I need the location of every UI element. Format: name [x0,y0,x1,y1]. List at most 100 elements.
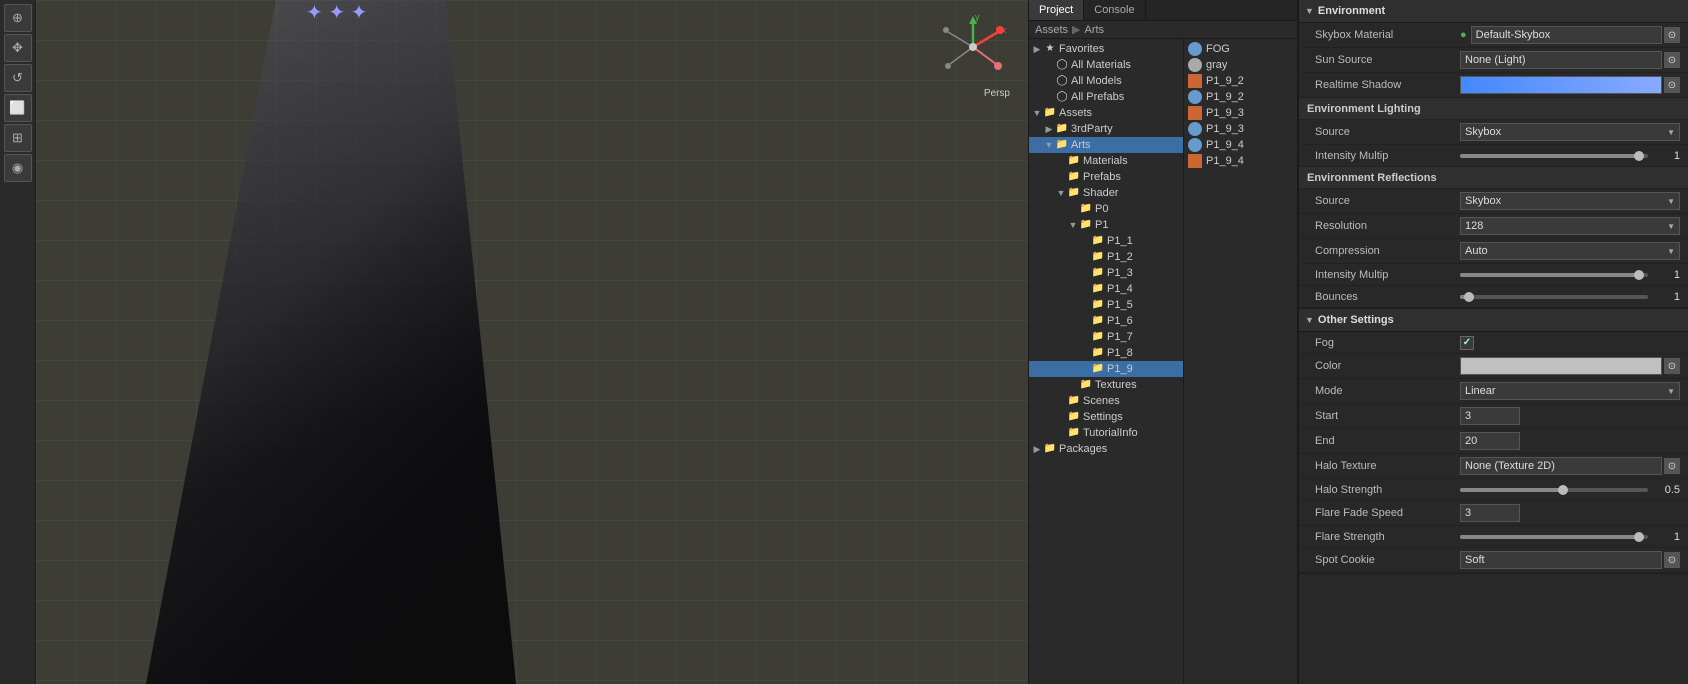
tree-item-p1_7[interactable]: 📁 P1_7 [1029,329,1183,345]
tree-label-textures: Textures [1095,379,1137,391]
realtime-shadow-bar[interactable] [1460,76,1662,94]
skybox-material-pick-btn[interactable]: ⊙ [1664,27,1680,43]
tree-item-p0[interactable]: 📁 P0 [1029,201,1183,217]
source-reflections-arrow: ▼ [1667,197,1675,206]
toolbar-icon-2[interactable]: ↺ [4,64,32,92]
tree-item-p1_4[interactable]: 📁 P1_4 [1029,281,1183,297]
p1_9_3a-icon [1188,106,1202,120]
asset-p1_9_4a[interactable]: P1_9_4 [1184,137,1297,153]
tree-item-p1[interactable]: ▼ 📁 P1 [1029,217,1183,233]
bounces-slider[interactable]: 1 [1460,291,1680,303]
other-settings-header[interactable]: ▼ Other Settings [1299,309,1688,332]
toolbar-icon-3[interactable]: ⬜ [4,94,32,122]
tree-item-3rdparty[interactable]: ▶ 📁 3rdParty [1029,121,1183,137]
tree-label-p0: P0 [1095,203,1108,215]
tree-item-favorites[interactable]: ▶ ★ Favorites [1029,41,1183,57]
compression-arrow: ▼ [1667,247,1675,256]
flare-fade-field[interactable] [1460,504,1520,522]
tree-item-p1_1[interactable]: 📁 P1_1 [1029,233,1183,249]
end-field[interactable] [1460,432,1520,450]
tree-item-p1_3[interactable]: 📁 P1_3 [1029,265,1183,281]
intensity-reflections-thumb[interactable] [1634,270,1644,280]
tree-item-tutorialinfo[interactable]: 📁 TutorialInfo [1029,425,1183,441]
spot-cookie-field[interactable]: Soft [1460,551,1662,569]
toolbar-icon-5[interactable]: ◉ [4,154,32,182]
tree-item-shader[interactable]: ▼ 📁 Shader [1029,185,1183,201]
tree-item-prefabs[interactable]: 📁 Prefabs [1029,169,1183,185]
skybox-material-field[interactable]: Default-Skybox [1471,26,1662,44]
prefabs-icon: 📁 [1067,170,1081,184]
halo-texture-pick-btn[interactable]: ⊙ [1664,458,1680,474]
asset-p1_9_2a[interactable]: P1_9_2 [1184,73,1297,89]
halo-strength-slider[interactable]: 0.5 [1460,484,1680,496]
intensity-reflections-track[interactable] [1460,273,1648,277]
halo-strength-track[interactable] [1460,488,1648,492]
bounces-thumb[interactable] [1464,292,1474,302]
color-pick-btn[interactable]: ⊙ [1664,358,1680,374]
flare-strength-value: 1 [1460,531,1680,543]
arts-icon: 📁 [1055,138,1069,152]
tab-console[interactable]: Console [1084,0,1145,20]
halo-texture-field[interactable]: None (Texture 2D) [1460,457,1662,475]
asset-p1_9_3b[interactable]: P1_9_3 [1184,121,1297,137]
asset-p1_9_4b[interactable]: P1_9_4 [1184,153,1297,169]
tree-item-p1_5[interactable]: 📁 P1_5 [1029,297,1183,313]
color-field[interactable] [1460,357,1662,375]
asset-gray[interactable]: gray [1184,57,1297,73]
tree-item-all-prefabs[interactable]: ◯ All Prefabs [1029,89,1183,105]
tree-item-all-materials[interactable]: ◯ All Materials [1029,57,1183,73]
toolbar-icon-1[interactable]: ✥ [4,34,32,62]
breadcrumb-arts[interactable]: Arts [1084,24,1104,36]
tree-item-materials[interactable]: 📁 Materials [1029,153,1183,169]
tree-item-p1_9[interactable]: 📁 P1_9 [1029,361,1183,377]
intensity-lighting-row: Intensity Multip 1 [1299,145,1688,167]
bounces-track[interactable] [1460,295,1648,299]
realtime-shadow-pick-btn[interactable]: ⊙ [1664,77,1680,93]
viewport[interactable]: ✦ ✦ ✦ y x Persp [36,0,1028,684]
realtime-shadow-value[interactable]: ⊙ [1460,76,1680,94]
tree-item-arts[interactable]: ▼ 📁 Arts [1029,137,1183,153]
tab-project[interactable]: Project [1029,0,1084,20]
toolbar-icon-0[interactable]: ⊕ [4,4,32,32]
breadcrumb-assets[interactable]: Assets [1035,24,1068,36]
tree-item-p1_6[interactable]: 📁 P1_6 [1029,313,1183,329]
toolbar-icon-4[interactable]: ⊞ [4,124,32,152]
flare-strength-fill [1460,535,1639,539]
resolution-dropdown[interactable]: 128 ▼ [1460,217,1680,235]
p1_9_3b-icon [1188,122,1202,136]
viewport-gizmo[interactable]: y x [938,12,1008,82]
tree-item-textures[interactable]: 📁 Textures [1029,377,1183,393]
intensity-reflections-slider[interactable]: 1 [1460,269,1680,281]
sun-source-field[interactable]: None (Light) [1460,51,1662,69]
flare-strength-track[interactable] [1460,535,1648,539]
compression-dropdown[interactable]: Auto ▼ [1460,242,1680,260]
mode-dropdown[interactable]: Linear ▼ [1460,382,1680,400]
intensity-lighting-track[interactable] [1460,154,1648,158]
asset-fog[interactable]: FOG [1184,41,1297,57]
halo-strength-thumb[interactable] [1558,485,1568,495]
tree-item-packages[interactable]: ▶ 📁 Packages [1029,441,1183,457]
asset-p1_9_3a[interactable]: P1_9_3 [1184,105,1297,121]
tree-item-p1_8[interactable]: 📁 P1_8 [1029,345,1183,361]
tree-item-settings[interactable]: 📁 Settings [1029,409,1183,425]
intensity-lighting-slider[interactable]: 1 [1460,150,1680,162]
tree-item-p1_2[interactable]: 📁 P1_2 [1029,249,1183,265]
tree-item-assets[interactable]: ▼ 📁 Assets [1029,105,1183,121]
tree-item-all-models[interactable]: ◯ All Models [1029,73,1183,89]
fog-checkbox[interactable]: ✓ [1460,336,1474,350]
start-field[interactable] [1460,407,1520,425]
tree-item-scenes[interactable]: 📁 Scenes [1029,393,1183,409]
halo-texture-row: Halo Texture None (Texture 2D) ⊙ [1299,454,1688,479]
intensity-lighting-val: 1 [1652,150,1680,162]
flare-strength-slider[interactable]: 1 [1460,531,1680,543]
skybox-dot: ● [1460,29,1467,41]
intensity-lighting-thumb[interactable] [1634,151,1644,161]
asset-p1_9_2b[interactable]: P1_9_2 [1184,89,1297,105]
environment-header[interactable]: ▼ Environment [1299,0,1688,23]
sun-source-pick-btn[interactable]: ⊙ [1664,52,1680,68]
spot-cookie-pick-btn[interactable]: ⊙ [1664,552,1680,568]
resolution-label: Resolution [1315,220,1460,232]
source-reflections-dropdown[interactable]: Skybox ▼ [1460,192,1680,210]
source-lighting-dropdown[interactable]: Skybox ▼ [1460,123,1680,141]
flare-strength-thumb[interactable] [1634,532,1644,542]
